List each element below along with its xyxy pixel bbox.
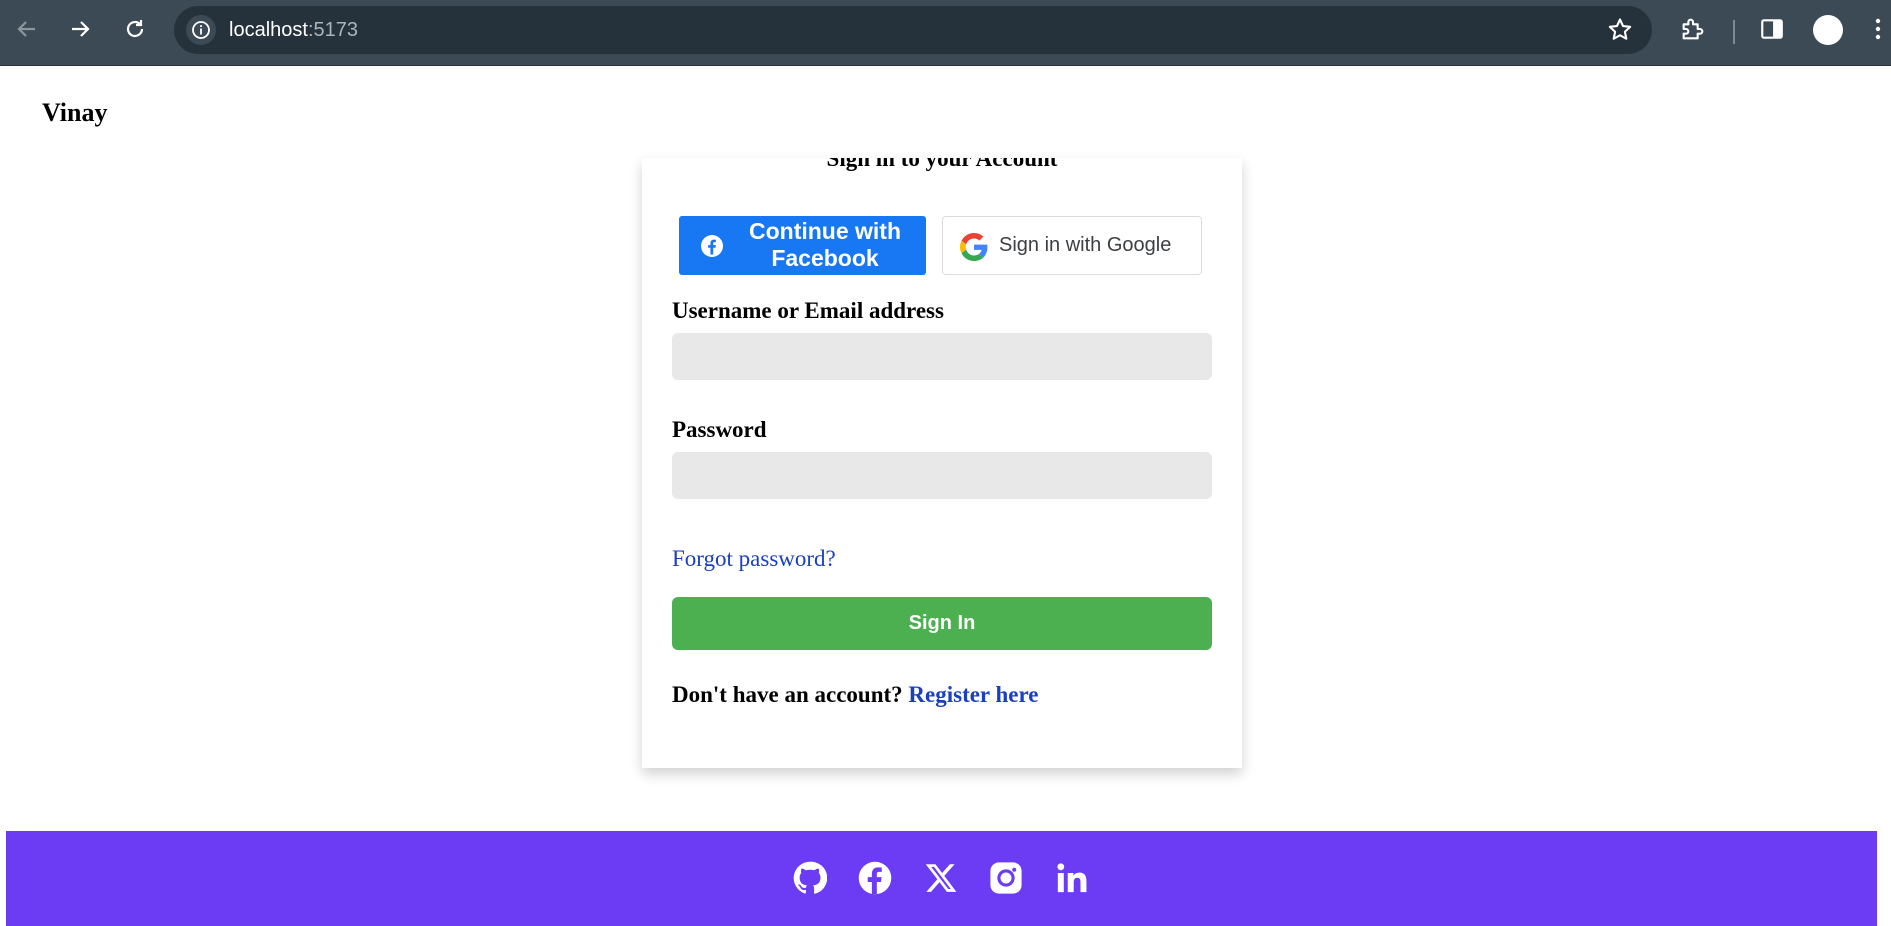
instagram-icon[interactable] — [989, 861, 1023, 895]
brand-logo-text[interactable]: Vinay — [42, 98, 108, 128]
forward-arrow-icon[interactable] — [65, 14, 95, 44]
forgot-password-link[interactable]: Forgot password? — [672, 546, 836, 572]
back-arrow-icon[interactable] — [12, 14, 42, 44]
google-g-icon — [960, 233, 988, 266]
browser-toolbar: localhost:5173 — [0, 0, 1891, 66]
password-label: Password — [672, 417, 767, 442]
username-label: Username or Email address — [672, 298, 944, 323]
password-input[interactable] — [672, 452, 1212, 499]
kebab-menu-icon[interactable] — [1866, 14, 1890, 44]
username-input[interactable] — [672, 333, 1212, 380]
extensions-puzzle-icon[interactable] — [1678, 14, 1708, 44]
url-port: :5173 — [307, 19, 358, 41]
bookmark-star-icon[interactable] — [1606, 16, 1634, 49]
facebook-icon — [700, 234, 724, 264]
site-info-icon[interactable] — [186, 15, 216, 45]
register-link[interactable]: Register here — [908, 682, 1038, 707]
register-prompt: Don't have an account? Register here — [672, 682, 1038, 708]
toolbar-divider — [1733, 20, 1735, 44]
url-text[interactable]: localhost:5173 — [229, 6, 358, 54]
url-host: localhost — [229, 19, 308, 41]
footer — [6, 831, 1877, 926]
reload-icon[interactable] — [120, 14, 150, 44]
facebook-login-button[interactable]: Continue with Facebook — [679, 216, 926, 275]
x-twitter-icon[interactable] — [924, 861, 958, 895]
address-bar[interactable]: localhost:5173 — [174, 6, 1652, 54]
sign-in-button[interactable]: Sign In — [672, 597, 1212, 650]
profile-avatar-icon[interactable] — [1813, 15, 1843, 45]
github-icon[interactable] — [793, 861, 828, 895]
login-card: Sign in to your Account Continue with Fa… — [642, 158, 1242, 768]
google-login-button[interactable]: Sign in with Google — [942, 216, 1202, 275]
no-account-text: Don't have an account? — [672, 682, 903, 707]
google-button-label: Sign in with Google — [999, 234, 1172, 256]
facebook-icon[interactable] — [858, 861, 892, 895]
side-panel-icon[interactable] — [1757, 14, 1787, 44]
facebook-button-label: Continue with Facebook — [748, 218, 902, 271]
login-title: Sign in to your Account — [826, 158, 1058, 171]
linkedin-icon[interactable] — [1055, 861, 1089, 895]
